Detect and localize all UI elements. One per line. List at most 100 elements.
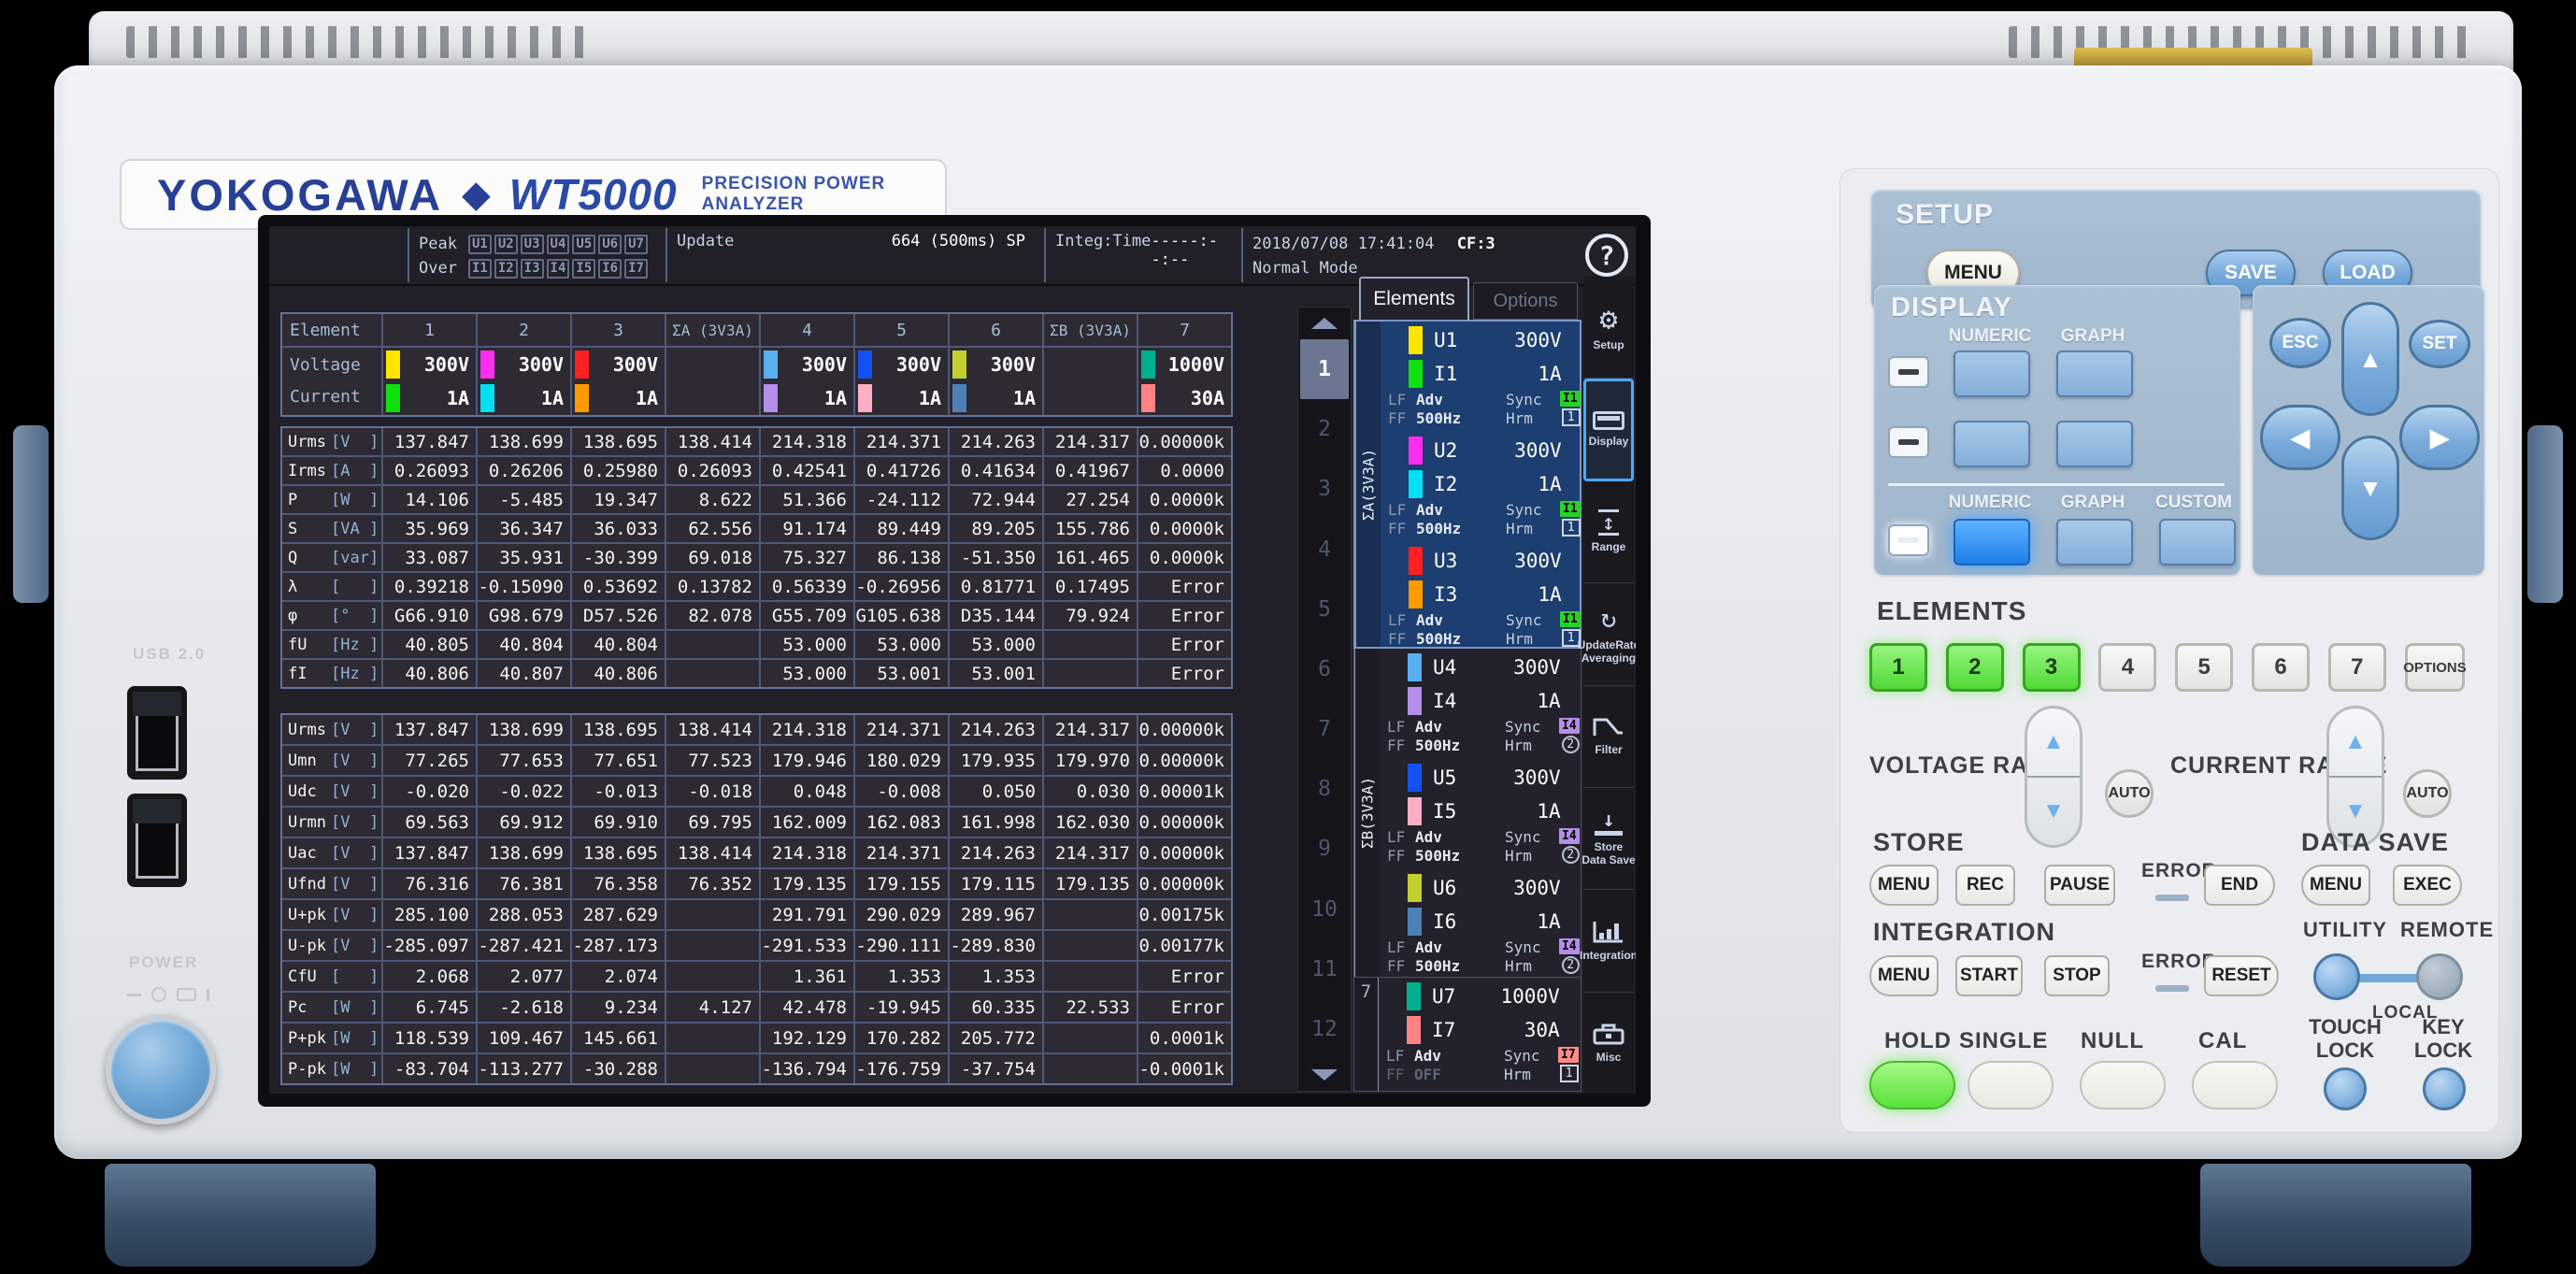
tab-elements[interactable]: Elements — [1359, 277, 1469, 320]
up-arrow-button[interactable]: ▲ — [2341, 302, 2399, 416]
graph-key-row3[interactable] — [2056, 519, 2133, 565]
pages-scroll-down-button[interactable] — [1298, 1059, 1351, 1091]
utility-button[interactable] — [2313, 953, 2360, 1000]
page-item-4[interactable]: 4 — [1298, 520, 1351, 580]
measurement-label: Q[var] — [282, 544, 381, 571]
page-item-2[interactable]: 2 — [1298, 399, 1351, 459]
menu-item-display[interactable]: Display — [1583, 379, 1634, 480]
power-button[interactable] — [106, 1014, 216, 1124]
usb-port-2[interactable] — [127, 794, 187, 887]
set-button[interactable]: SET — [2409, 320, 2470, 368]
value-cell: 0.00175k — [1138, 900, 1231, 929]
value-cell: -0.26956 — [855, 573, 948, 600]
store-pause-button[interactable]: PAUSE — [2044, 865, 2115, 906]
element-config-u3[interactable]: U3300VI31ALFFFAdv500HzSyncHrmI11 — [1381, 542, 1586, 652]
element-key-7[interactable]: 7 — [2328, 643, 2386, 692]
page-item-9[interactable]: 9 — [1298, 819, 1351, 879]
pages-scroll-up-button[interactable] — [1298, 308, 1351, 339]
element-options-key[interactable]: OPTIONS — [2405, 643, 2465, 692]
lcd-screen: Peak Over U1U2U3U4U5U6U7 I1I2I3I4I5I6I7 … — [269, 226, 1636, 1094]
single-button[interactable] — [1968, 1061, 2054, 1109]
integration-start-button[interactable]: START — [1955, 955, 2023, 996]
left-arrow-button[interactable]: ◀ — [2260, 405, 2340, 470]
integration-stop-button[interactable]: STOP — [2044, 955, 2110, 996]
current-range-rocker[interactable]: ▲ ▼ — [2326, 706, 2384, 848]
tab-options[interactable]: Options — [1473, 282, 1578, 320]
page-item-6[interactable]: 6 — [1298, 639, 1351, 699]
menu-item-update[interactable]: ↻UpdateRateAveraging — [1583, 583, 1634, 685]
down-arrow-button[interactable]: ▼ — [2341, 436, 2399, 540]
menu-item-misc[interactable]: Misc — [1583, 993, 1634, 1094]
cal-button[interactable] — [2192, 1061, 2278, 1109]
element-key-2[interactable]: 2 — [1946, 643, 2004, 692]
store-menu-button[interactable]: MENU — [1869, 865, 1939, 906]
graph-key-row2[interactable] — [2056, 421, 2133, 467]
element-config-u1[interactable]: U1300VI11ALFFFAdv500HzSyncHrmI11 — [1381, 322, 1586, 432]
sync-source-badge: I7 — [1558, 1047, 1579, 1063]
column-header-3: 3 — [572, 314, 665, 346]
element-key-1[interactable]: 1 — [1869, 643, 1927, 692]
menu-item-filter[interactable]: Filter — [1583, 686, 1634, 788]
current-auto-button[interactable]: AUTO — [2403, 769, 2452, 818]
element-config-u6[interactable]: U6300VI61ALFFFAdv500HzSyncHrmI42 — [1380, 869, 1585, 980]
menu-item-setup[interactable]: ⚙Setup — [1583, 277, 1634, 379]
peak-over-badge-u2: U2 — [494, 235, 518, 254]
voltage-range-rocker[interactable]: ▲ ▼ — [2025, 706, 2082, 848]
usb-label: USB 2.0 — [133, 645, 206, 664]
data-save-exec-button[interactable]: EXEC — [2393, 865, 2462, 906]
element-config-u2[interactable]: U2300VI21ALFFFAdv500HzSyncHrmI11 — [1381, 432, 1586, 542]
page-item-8[interactable]: 8 — [1298, 759, 1351, 819]
element-config-u5[interactable]: U5300VI51ALFFFAdv500HzSyncHrmI42 — [1380, 759, 1585, 869]
element-key-3[interactable]: 3 — [2023, 643, 2081, 692]
menu-item-store[interactable]: ↓StoreData Save — [1583, 788, 1634, 890]
key-lock-button[interactable] — [2423, 1067, 2466, 1110]
remote-button[interactable] — [2416, 953, 2463, 1000]
element-key-5[interactable]: 5 — [2175, 643, 2233, 692]
custom-key-row3[interactable] — [2159, 519, 2236, 565]
value-cell: 53.000 — [761, 631, 853, 658]
help-button[interactable]: ? — [1585, 234, 1628, 277]
numeric-key-row1[interactable] — [1953, 351, 2030, 397]
store-end-button[interactable]: END — [2204, 865, 2275, 906]
harmonics-badge: 2 — [1562, 846, 1580, 864]
menu-item-integration[interactable]: Integration — [1583, 890, 1634, 992]
page-item-7[interactable]: 7 — [1298, 699, 1351, 759]
harmonics-badge: 2 — [1562, 736, 1580, 753]
null-button[interactable] — [2080, 1061, 2166, 1109]
numeric-key-row3-lit[interactable] — [1953, 519, 2030, 565]
store-error-indicator — [2155, 895, 2189, 901]
page-item-12[interactable]: 12 — [1298, 999, 1351, 1059]
data-save-menu-button[interactable]: MENU — [2301, 865, 2370, 906]
value-cell: 76.381 — [478, 869, 570, 898]
menu-item-range[interactable]: ↕Range — [1583, 481, 1634, 583]
page-item-5[interactable]: 5 — [1298, 580, 1351, 639]
usb-port-1[interactable] — [127, 686, 187, 780]
element-config-u7[interactable]: U71000VI730ALFFFAdvOFFSyncHrmI71 — [1379, 978, 1584, 1091]
value-cell: D35.144 — [950, 602, 1042, 629]
page-item-1[interactable]: 1 — [1300, 339, 1349, 399]
graph-key-row1[interactable] — [2056, 351, 2133, 397]
value-cell: 53.001 — [855, 660, 948, 687]
value-cell: -0.022 — [478, 777, 570, 806]
touch-lock-button[interactable] — [2324, 1067, 2367, 1110]
store-rec-button[interactable]: REC — [1955, 865, 2015, 906]
right-arrow-button[interactable]: ▶ — [2399, 405, 2480, 470]
page-item-10[interactable]: 10 — [1298, 880, 1351, 939]
integration-reset-button[interactable]: RESET — [2204, 955, 2279, 996]
page-item-11[interactable]: 11 — [1298, 939, 1351, 999]
voltage-auto-button[interactable]: AUTO — [2105, 769, 2154, 818]
integration-menu-button[interactable]: MENU — [1869, 955, 1939, 996]
page-item-3[interactable]: 3 — [1298, 459, 1351, 519]
element-config-u4[interactable]: U4300VI41ALFFFAdv500HzSyncHrmI42 — [1380, 649, 1585, 759]
value-cell: 138.414 — [666, 838, 759, 867]
hold-button[interactable] — [1869, 1061, 1955, 1109]
value-cell — [1044, 900, 1137, 929]
element-key-4[interactable]: 4 — [2098, 643, 2156, 692]
esc-button[interactable]: ESC — [2269, 318, 2331, 368]
numeric-key-row2[interactable] — [1953, 421, 2030, 467]
value-cell: 40.806 — [572, 660, 665, 687]
measurement-label: U+pk[V ] — [282, 900, 381, 929]
foot-right — [2200, 1164, 2471, 1267]
element-key-6[interactable]: 6 — [2252, 643, 2310, 692]
page-list: 123456789101112 — [1297, 307, 1352, 1092]
